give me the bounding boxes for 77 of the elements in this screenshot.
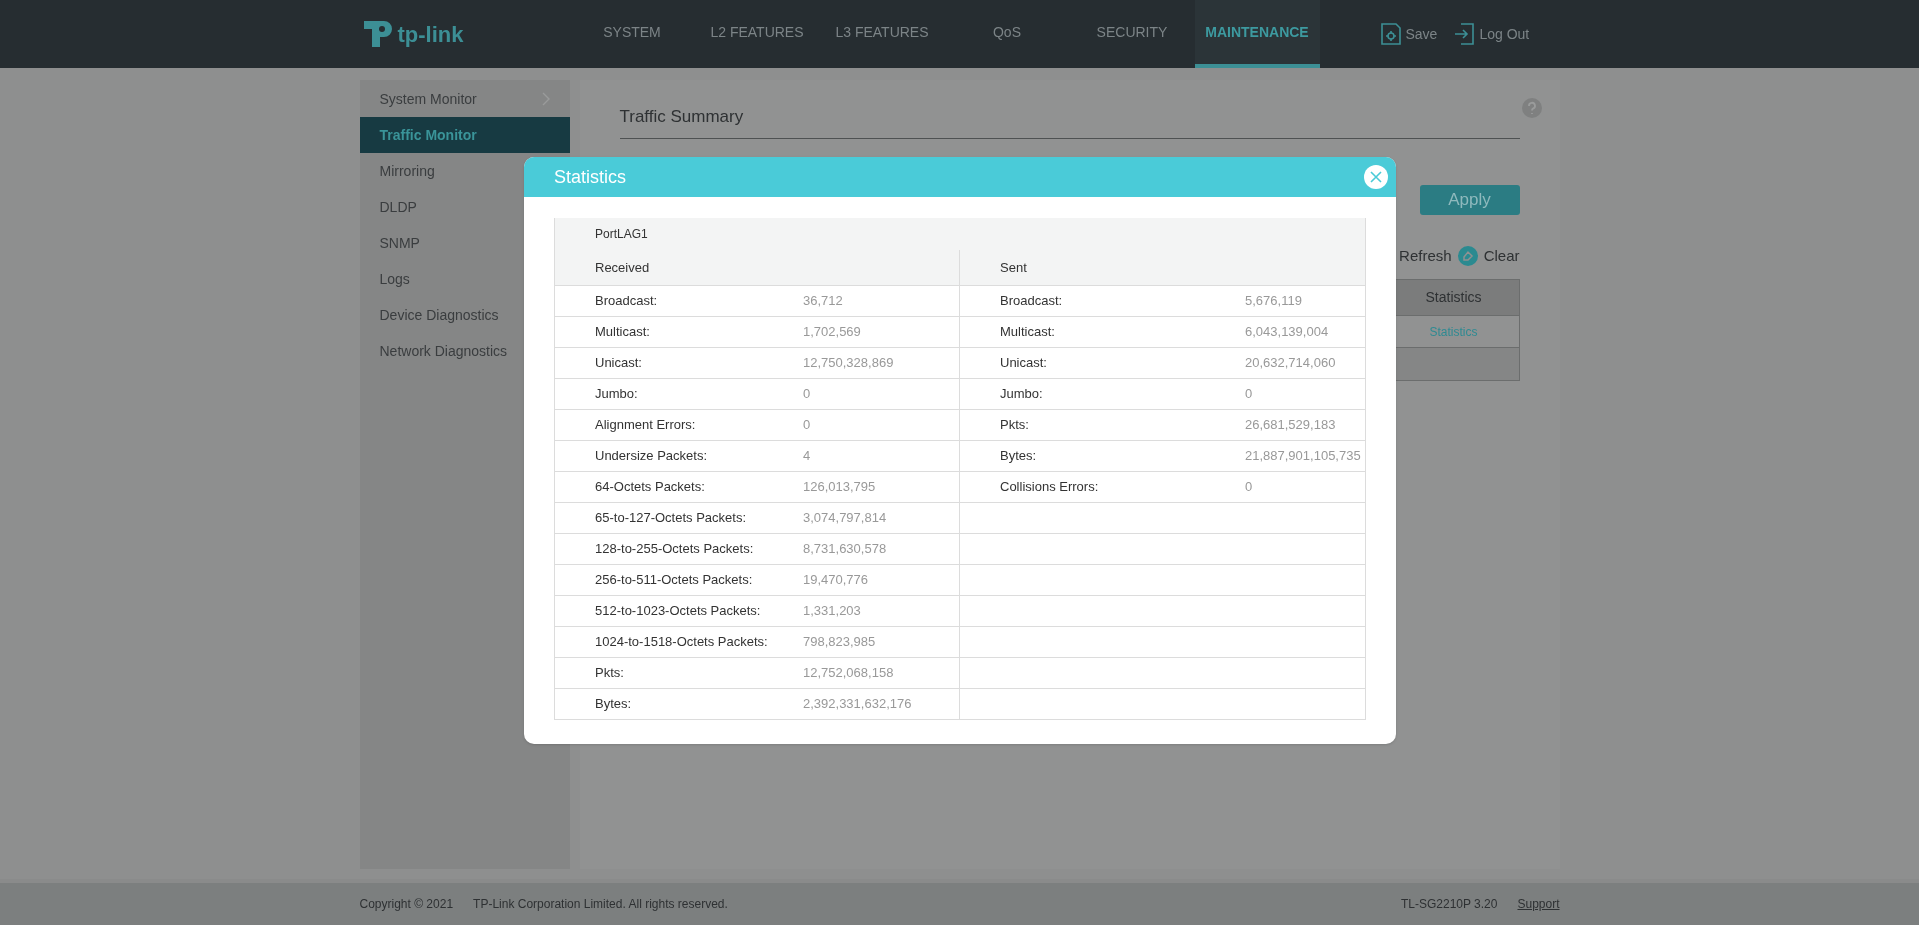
stat-label: Alignment Errors: (595, 416, 697, 435)
column-header: Statistics (1424, 288, 1483, 307)
nav-tab[interactable]: SYSTEM (569, 0, 695, 68)
column-header: Sent (1000, 258, 1027, 277)
stat-label: 64-Octets Packets: (595, 478, 706, 497)
dialog-title: Statistics (554, 165, 627, 189)
sidebar-item[interactable]: SNMP (359, 225, 570, 261)
stat-value: 26,681,529,183 (1245, 416, 1336, 435)
stat-value: 1,702,569 (803, 323, 861, 342)
stat-label: 256-to-511-Octets Packets: (595, 571, 754, 590)
stat-value: 0 (1245, 478, 1253, 497)
stat-value: 1,331,203 (803, 602, 861, 621)
nav-tab[interactable]: L3 FEATURES (819, 0, 945, 68)
stat-value: 4 (803, 447, 811, 466)
apply-button[interactable]: Apply (1419, 184, 1520, 215)
stat-value: 5,676,119 (1245, 292, 1302, 311)
stat-value: 12,752,068,158 (803, 664, 894, 683)
stat-value: 0 (803, 416, 811, 435)
stat-label: Bytes: (1000, 447, 1038, 466)
company-text: TP-Link Corporation Limited. All rights reserved. (473, 896, 728, 913)
stat-value: 2,392,331,632,176 (803, 695, 912, 714)
stat-label: 512-to-1023-Octets Packets: (595, 602, 762, 621)
save-button[interactable]: Save (1379, 22, 1438, 46)
save-icon (1379, 22, 1402, 46)
stat-value: 0 (803, 385, 811, 404)
stat-label: Unicast: (595, 354, 643, 373)
stat-value: 798,823,985 (803, 633, 876, 652)
stat-label: 1024-to-1518-Octets Packets: (595, 633, 769, 652)
stat-label: 65-to-127-Octets Packets: (595, 509, 747, 528)
sidebar-item[interactable]: Device Diagnostics (359, 297, 570, 333)
clear-button[interactable]: Clear (1457, 244, 1520, 267)
stat-label: Broadcast: (595, 292, 659, 311)
stat-value: 8,731,630,578 (803, 540, 887, 559)
stat-label: Pkts: (595, 664, 625, 683)
sidebar-item[interactable]: DLDP (359, 189, 570, 225)
close-button[interactable] (1364, 165, 1388, 189)
nav-tab[interactable]: SECURITY (1069, 0, 1195, 68)
stat-value: 20,632,714,060 (1245, 354, 1336, 373)
stat-value: 36,712 (803, 292, 843, 311)
stat-label: Collisions Errors: (1000, 478, 1100, 497)
refresh-button[interactable]: Refresh (1399, 244, 1452, 267)
stat-label: Unicast: (1000, 354, 1048, 373)
stat-label: Pkts: (1000, 416, 1030, 435)
sidebar-item[interactable]: System Monitor (359, 81, 570, 117)
sidebar-item[interactable]: Traffic Monitor (359, 117, 570, 153)
stat-label: 128-to-255-Octets Packets: (595, 540, 755, 559)
nav-tab[interactable]: QoS (944, 0, 1070, 68)
stat-value: 12,750,328,869 (803, 354, 894, 373)
stat-value: 21,887,901,105,735 (1245, 447, 1361, 466)
stat-value: 19,470,776 (803, 571, 869, 590)
eraser-icon (1457, 245, 1478, 266)
stat-label: Undersize Packets: (595, 447, 708, 466)
stat-label: Bytes: (595, 695, 633, 714)
close-icon (1370, 171, 1382, 183)
stat-value: 0 (1245, 385, 1253, 404)
help-icon[interactable] (1521, 98, 1542, 118)
nav-tab[interactable]: L2 FEATURES (694, 0, 820, 68)
stat-label: Jumbo: (595, 385, 639, 404)
sidebar-item[interactable]: Network Diagnostics (359, 333, 570, 369)
port-name: PortLAG1 (595, 226, 648, 243)
logout-icon (1453, 22, 1476, 46)
copyright-text: Copyright © 2021 (359, 896, 454, 913)
stat-label: Multicast: (1000, 323, 1056, 342)
stat-label: Jumbo: (1000, 385, 1044, 404)
logout-button[interactable]: Log Out (1453, 22, 1530, 46)
column-header: Received (595, 258, 650, 277)
stat-label: Multicast: (595, 323, 651, 342)
stat-value: 126,013,795 (803, 478, 876, 497)
stat-value: 6,043,139,004 (1245, 323, 1329, 342)
nav-tab[interactable]: MAINTENANCE (1194, 0, 1320, 68)
model-text: TL-SG2210P 3.20 (1400, 896, 1498, 913)
stat-label: Broadcast: (1000, 292, 1064, 311)
support-link[interactable]: Support (1517, 895, 1560, 913)
logo-text: tp-link (397, 20, 464, 49)
stat-value: 3,074,797,814 (803, 509, 887, 528)
sidebar-item[interactable]: Logs (359, 261, 570, 297)
section-title: Traffic Summary (619, 104, 1520, 139)
